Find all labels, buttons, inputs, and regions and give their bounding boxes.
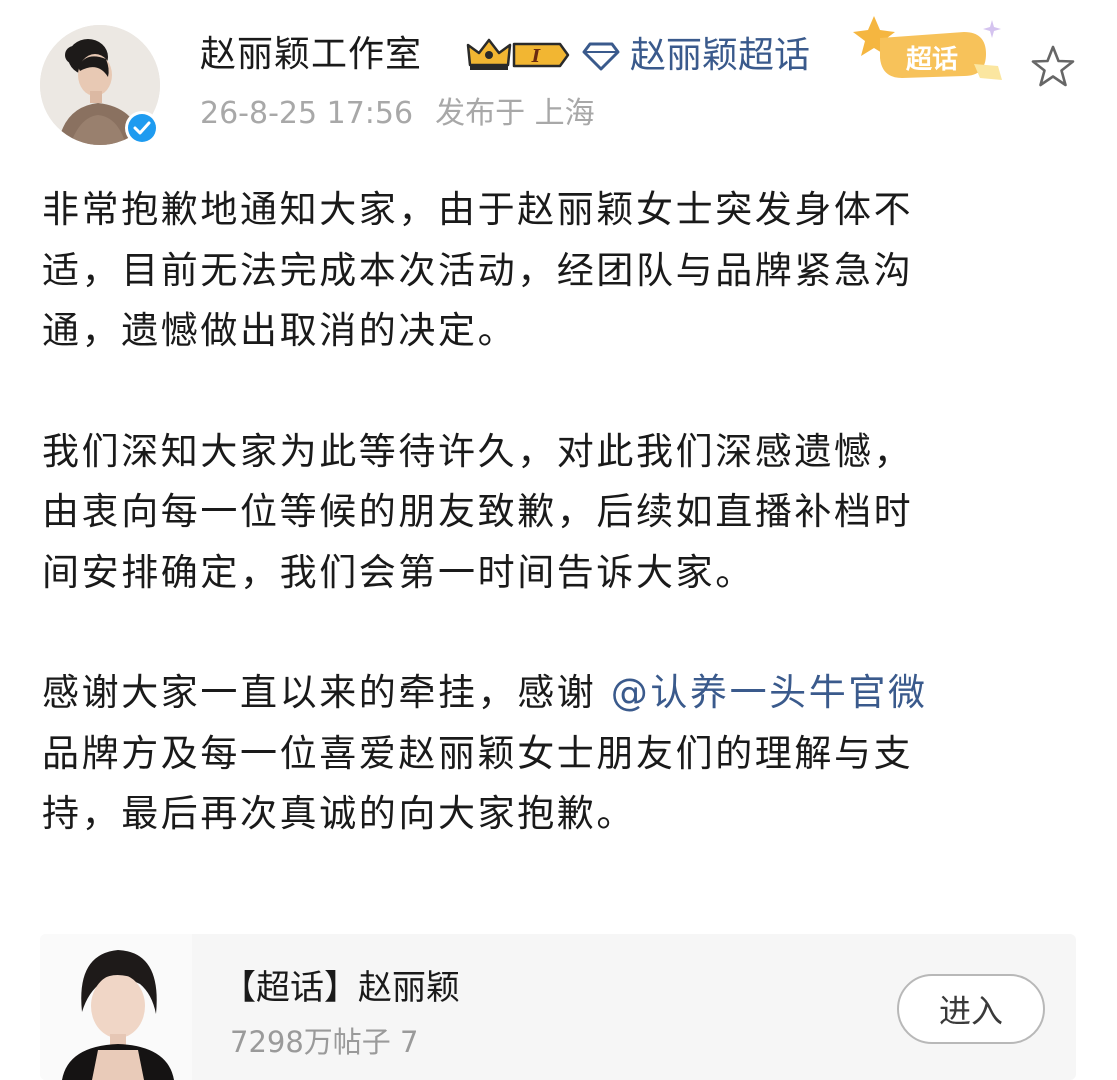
level-badge-icon: I [512, 42, 570, 68]
chaohua-badge-icon[interactable]: 超话 [852, 14, 1012, 88]
paragraph-1: 非常抱歉地通知大家，由于赵丽颖女士突发身体不 适，目前无法完成本次活动，经团队与… [42, 180, 1052, 362]
topic-card-image [40, 934, 192, 1080]
chaohua-badge-label: 超话 [906, 45, 958, 75]
p1-line3: 通，遗憾做出取消的决定。 [42, 309, 518, 352]
mention-link[interactable]: @认养一头牛官微 [611, 671, 928, 714]
favorite-star-icon[interactable] [1030, 44, 1076, 90]
topic-card-stats: 7298万帖子 7 [230, 1025, 419, 1059]
topic-card-title: 【超话】赵丽颖 [222, 968, 460, 1008]
p2-line1: 我们深知大家为此等待许久，对此我们深感遗憾， [42, 429, 914, 473]
p1-line2: 适，目前无法完成本次活动，经团队与品牌紧急沟 [42, 248, 914, 292]
username[interactable]: 赵丽颖工作室 [200, 30, 422, 80]
post-location: 发布于 上海 [435, 96, 595, 131]
p3-line3: 持，最后再次真诚的向大家抱歉。 [42, 792, 636, 835]
diamond-icon [582, 42, 620, 71]
topic-link[interactable]: 赵丽颖超话 [582, 32, 810, 80]
p2-line3: 间安排确定，我们会第一时间告诉大家。 [42, 550, 755, 594]
p3-line1-prefix: 感谢大家一直以来的牵挂，感谢 [42, 671, 611, 714]
topic-card[interactable]: 【超话】赵丽颖 7298万帖子 7 进入 [40, 934, 1076, 1080]
p3-line2: 品牌方及每一位喜爱赵丽颖女士朋友们的理解与支 [42, 731, 914, 775]
p1-line1: 非常抱歉地通知大家，由于赵丽颖女士突发身体不 [42, 188, 914, 231]
p2-line2: 由衷向每一位等候的朋友致歉，后续如直播补档时 [42, 490, 914, 533]
crown-icon [466, 38, 512, 70]
verified-badge-icon [125, 111, 159, 145]
enter-button[interactable]: 进入 [897, 974, 1045, 1044]
post-meta: 26-8-25 17:56 发布于 上海 [200, 94, 595, 134]
topic-link-label: 赵丽颖超话 [630, 35, 811, 76]
post-body: 非常抱歉地通知大家，由于赵丽颖女士突发身体不 适，目前无法完成本次活动，经团队与… [42, 180, 1052, 905]
level-badge-label: I [531, 46, 541, 67]
paragraph-2: 我们深知大家为此等待许久，对此我们深感遗憾， 由衷向每一位等候的朋友致歉，后续如… [42, 422, 1052, 604]
post-date: 26-8-25 17:56 [200, 96, 414, 131]
paragraph-3: 感谢大家一直以来的牵挂，感谢 @认养一头牛官微 品牌方及每一位喜爱赵丽颖女士朋友… [42, 663, 1052, 845]
